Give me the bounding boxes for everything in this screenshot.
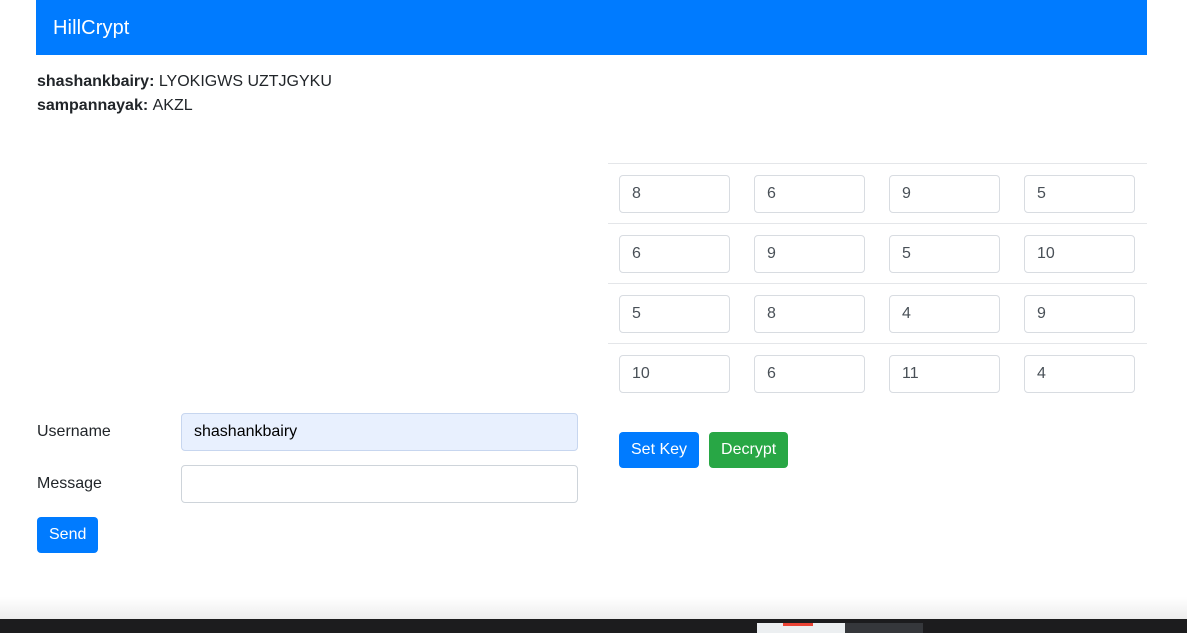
decrypt-button[interactable]: Decrypt — [709, 432, 789, 468]
key-matrix-row — [608, 283, 1147, 343]
key-cell-2-0[interactable] — [619, 295, 730, 333]
key-cell-1-0[interactable] — [619, 235, 730, 273]
key-matrix-row — [608, 163, 1147, 223]
app-title: HillCrypt — [53, 16, 130, 39]
message-text: LYOKIGWS UZTJGYKU — [158, 73, 332, 90]
message-item: shashankbairy: LYOKIGWS UZTJGYKU — [37, 70, 557, 94]
username-input[interactable] — [181, 413, 578, 451]
key-matrix-cell — [743, 355, 878, 393]
key-matrix-cell — [1013, 355, 1148, 393]
message-label: Message — [37, 475, 102, 492]
message-separator: : — [149, 73, 159, 90]
message-text: AKZL — [152, 97, 193, 114]
key-cell-3-1[interactable] — [754, 355, 865, 393]
key-cell-0-1[interactable] — [754, 175, 865, 213]
key-cell-2-2[interactable] — [889, 295, 1000, 333]
message-separator: : — [142, 97, 153, 114]
navbar: HillCrypt — [36, 0, 1147, 55]
key-cell-3-2[interactable] — [889, 355, 1000, 393]
key-matrix-cell — [878, 175, 1013, 213]
taskbar-shadow — [0, 597, 1187, 619]
key-matrix-cell — [743, 175, 878, 213]
key-matrix-cell — [608, 175, 743, 213]
key-matrix-cell — [1013, 175, 1148, 213]
message-item: sampannayak: AKZL — [37, 94, 557, 118]
username-label: Username — [37, 423, 111, 440]
key-cell-2-1[interactable] — [754, 295, 865, 333]
message-row: Message — [37, 465, 578, 503]
key-cell-1-1[interactable] — [754, 235, 865, 273]
send-button-row: Send — [37, 517, 578, 553]
key-matrix-cell — [743, 295, 878, 333]
message-sender: shashankbairy — [37, 73, 150, 90]
key-cell-3-0[interactable] — [619, 355, 730, 393]
key-matrix-cell — [743, 235, 878, 273]
key-matrix-cell — [1013, 235, 1148, 273]
message-log: shashankbairy: LYOKIGWS UZTJGYKU sampann… — [37, 70, 557, 118]
key-action-buttons: Set Key Decrypt — [608, 432, 1147, 468]
key-matrix-panel: Set Key Decrypt — [608, 163, 1147, 468]
key-cell-2-3[interactable] — [1024, 295, 1135, 333]
key-matrix-cell — [878, 235, 1013, 273]
key-matrix-cell — [608, 295, 743, 333]
key-matrix-cell — [878, 355, 1013, 393]
key-matrix-cell — [608, 355, 743, 393]
taskbar-window-active[interactable] — [757, 623, 845, 633]
message-input[interactable] — [181, 465, 578, 503]
key-matrix-cell — [878, 295, 1013, 333]
message-sender: sampannayak — [37, 97, 143, 114]
key-matrix-cell — [1013, 295, 1148, 333]
taskbar-window-accent — [783, 623, 813, 626]
key-cell-1-2[interactable] — [889, 235, 1000, 273]
key-matrix-row — [608, 223, 1147, 283]
key-cell-0-0[interactable] — [619, 175, 730, 213]
key-cell-0-3[interactable] — [1024, 175, 1135, 213]
send-button[interactable]: Send — [37, 517, 99, 553]
app-page: HillCrypt shashankbairy: LYOKIGWS UZTJGY… — [0, 0, 1187, 633]
username-row: Username — [37, 413, 578, 451]
key-matrix-row — [608, 343, 1147, 403]
os-taskbar — [0, 619, 1187, 633]
taskbar-window-inactive[interactable] — [845, 623, 923, 633]
key-cell-3-3[interactable] — [1024, 355, 1135, 393]
key-cell-1-3[interactable] — [1024, 235, 1135, 273]
send-message-form: Username Message Send — [37, 413, 578, 553]
set-key-button[interactable]: Set Key — [619, 432, 700, 468]
key-cell-0-2[interactable] — [889, 175, 1000, 213]
key-matrix-cell — [608, 235, 743, 273]
